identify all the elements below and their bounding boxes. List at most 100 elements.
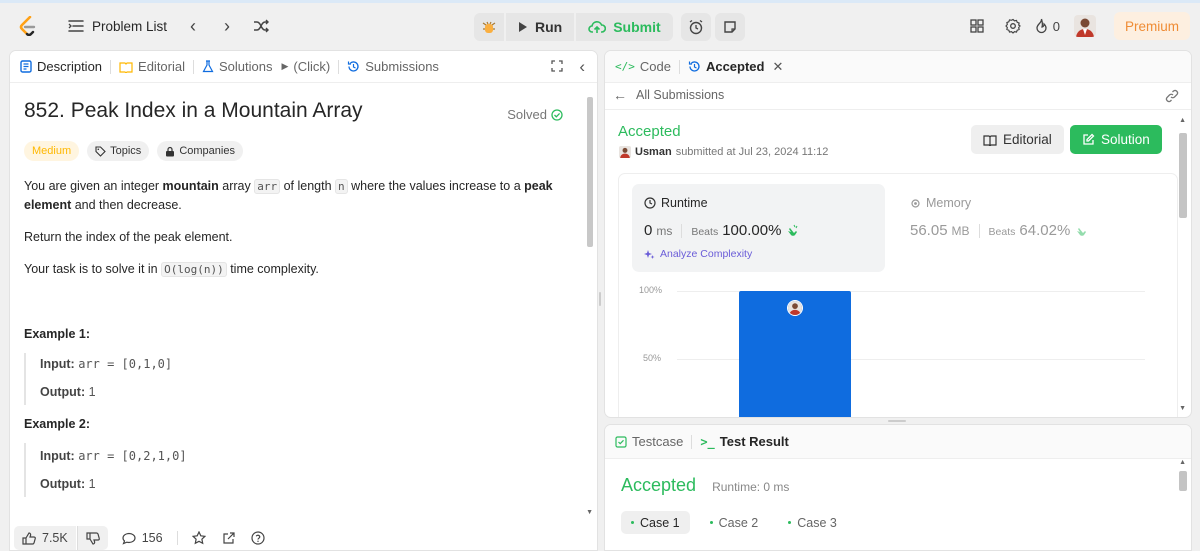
tab-editorial[interactable]: Editorial bbox=[119, 59, 185, 74]
share-icon[interactable] bbox=[222, 531, 235, 545]
user-avatar[interactable] bbox=[1073, 15, 1096, 37]
tab-testcase[interactable]: Testcase bbox=[615, 434, 683, 449]
run-label: Run bbox=[535, 19, 563, 35]
run-button[interactable]: Run bbox=[506, 13, 575, 41]
text: You are given an integer bbox=[24, 179, 163, 193]
example-1-output: Output: 1 bbox=[40, 385, 583, 399]
tab-accepted[interactable]: Accepted ✕ bbox=[688, 59, 783, 75]
collapse-left-icon[interactable]: ‹ bbox=[579, 57, 585, 77]
prev-problem-icon[interactable]: ‹ bbox=[179, 12, 207, 40]
memory-beats-label: Beats bbox=[988, 226, 1016, 238]
runtime-card[interactable]: Runtime 0 ms Beats 100.00% Analyze Compl… bbox=[632, 184, 885, 272]
timer-icon[interactable] bbox=[680, 13, 711, 41]
solved-label: Solved bbox=[507, 107, 547, 122]
layout-grid-icon[interactable] bbox=[963, 12, 991, 40]
test-result-panel: Testcase >_ Test Result Accepted Runtime… bbox=[604, 424, 1192, 551]
help-icon[interactable] bbox=[250, 531, 265, 545]
result-scrollbar-thumb[interactable] bbox=[1179, 471, 1187, 491]
history-icon bbox=[688, 60, 701, 73]
test-tabs: Testcase >_ Test Result bbox=[605, 425, 1191, 459]
memory-unit: MB bbox=[951, 224, 970, 238]
scroll-down-arrow-icon[interactable]: ▼ bbox=[586, 509, 593, 516]
tab-solutions[interactable]: Solutions ▶ (Click) bbox=[202, 59, 330, 74]
example-2-title: Example 2: bbox=[24, 417, 91, 431]
premium-button[interactable]: Premium bbox=[1113, 12, 1190, 40]
topics-tag[interactable]: Topics bbox=[87, 141, 150, 161]
debug-icon[interactable] bbox=[474, 13, 504, 41]
tab-code-label: Code bbox=[639, 59, 671, 74]
runtime-beats-label: Beats bbox=[691, 226, 719, 238]
analyze-link[interactable]: Analyze Complexity bbox=[644, 248, 752, 260]
maximize-icon[interactable] bbox=[551, 60, 563, 72]
link-icon[interactable] bbox=[1165, 89, 1179, 103]
runtime-value: 0 bbox=[644, 222, 653, 239]
all-submissions-link[interactable]: ← All Submissions bbox=[613, 87, 724, 103]
tab-description[interactable]: Description bbox=[20, 59, 102, 74]
tab-divider bbox=[193, 59, 194, 74]
case-tab-3[interactable]: Case 3 bbox=[778, 511, 847, 534]
text: of length bbox=[280, 179, 336, 193]
like-button[interactable]: 7.5K bbox=[14, 526, 76, 550]
output-value: 1 bbox=[88, 477, 96, 491]
pass-dot bbox=[631, 521, 634, 524]
scroll-up-arrow-icon[interactable]: ▲ bbox=[1179, 459, 1186, 466]
shuffle-icon[interactable] bbox=[247, 12, 275, 40]
problem-list-button[interactable]: Problem List bbox=[62, 12, 173, 40]
tab-submissions[interactable]: Submissions bbox=[347, 59, 439, 74]
book-icon bbox=[119, 61, 133, 73]
tab-divider bbox=[338, 59, 340, 74]
submit-label: Submit bbox=[613, 19, 661, 35]
settings-gear-icon[interactable] bbox=[999, 12, 1027, 40]
description-panel: Description Editorial Solutions ▶ (Click… bbox=[9, 50, 598, 551]
output-label: Output: bbox=[40, 477, 86, 491]
runtime-bar[interactable] bbox=[739, 291, 851, 417]
tab-test-result[interactable]: >_ Test Result bbox=[700, 434, 789, 449]
lock-icon bbox=[165, 146, 175, 157]
dislike-button[interactable] bbox=[76, 526, 108, 550]
submit-button[interactable]: Submit bbox=[576, 13, 673, 41]
inline-code: n bbox=[335, 179, 348, 194]
vertical-resizer[interactable] bbox=[599, 292, 601, 306]
streak-counter[interactable]: 0 bbox=[1035, 12, 1060, 40]
problem-title[interactable]: 852. Peak Index in a Mountain Array bbox=[24, 99, 583, 123]
star-icon[interactable] bbox=[191, 531, 206, 545]
comments-button[interactable]: 156 bbox=[122, 531, 163, 545]
strong-text: mountain bbox=[162, 179, 219, 193]
description-scrollbar-thumb[interactable] bbox=[587, 97, 593, 247]
text: array bbox=[218, 179, 255, 193]
all-submissions-label: All Submissions bbox=[636, 88, 725, 102]
input-label: Input: bbox=[40, 357, 75, 371]
back-arrow-icon: ← bbox=[613, 87, 627, 103]
runtime-unit: ms bbox=[656, 224, 673, 238]
case-tab-1[interactable]: Case 1 bbox=[621, 511, 690, 534]
memory-card[interactable]: Memory 56.05 MB Beats 64.02% bbox=[898, 184, 1151, 272]
header-divider bbox=[605, 109, 1191, 110]
scroll-down-arrow-icon[interactable]: ▼ bbox=[1179, 405, 1186, 412]
problem-paragraph-2: Return the index of the peak element. bbox=[24, 230, 233, 244]
user-marker-avatar bbox=[787, 300, 803, 316]
solution-button[interactable]: Solution bbox=[1070, 125, 1162, 154]
case-tab-2[interactable]: Case 2 bbox=[700, 511, 769, 534]
text: and then decrease. bbox=[71, 198, 182, 212]
next-problem-icon[interactable]: › bbox=[213, 12, 241, 40]
result-status-row: Accepted Runtime: 0 ms bbox=[621, 475, 789, 496]
pass-dot bbox=[709, 521, 713, 524]
note-icon[interactable] bbox=[714, 13, 745, 41]
cloud-upload-icon bbox=[588, 20, 607, 34]
tab-code[interactable]: </> Code bbox=[615, 59, 671, 74]
nav-right: 0 Premium bbox=[963, 12, 1190, 40]
leetcode-logo-icon[interactable] bbox=[14, 12, 42, 40]
companies-tag[interactable]: Companies bbox=[157, 141, 243, 161]
horizontal-resizer[interactable] bbox=[888, 420, 906, 422]
runtime-distribution-chart: 100% 50% bbox=[619, 279, 1179, 417]
submission-scrollbar-thumb[interactable] bbox=[1179, 133, 1187, 218]
scroll-up-arrow-icon[interactable]: ▲ bbox=[1179, 117, 1186, 124]
input-value: arr = [0,2,1,0] bbox=[78, 449, 187, 463]
avatar-small bbox=[619, 146, 631, 158]
comment-icon bbox=[122, 532, 136, 545]
runtime-beats-value: 100.00% bbox=[722, 222, 782, 239]
close-tab-icon[interactable]: ✕ bbox=[772, 59, 783, 75]
edit-icon bbox=[1082, 133, 1095, 146]
editorial-button[interactable]: Editorial bbox=[971, 125, 1064, 154]
submission-user[interactable]: Usman bbox=[635, 146, 672, 158]
